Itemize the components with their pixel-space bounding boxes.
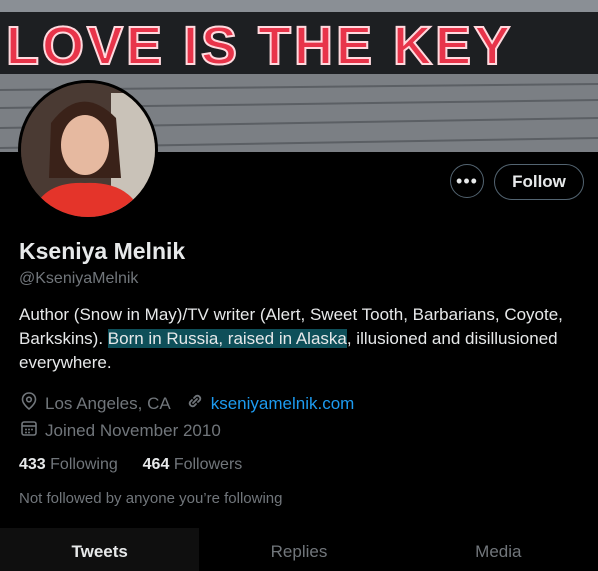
followers-count: 464 bbox=[142, 456, 170, 473]
profile-joined-row: Joined November 2010 bbox=[19, 418, 221, 443]
more-dots-icon: ••• bbox=[456, 170, 478, 191]
avatar-photo bbox=[21, 83, 155, 217]
followers-link[interactable]: 464 Followers bbox=[143, 456, 243, 473]
profile-tabs: Tweets Replies Media bbox=[0, 528, 598, 571]
profile-website-link[interactable]: kseniyamelnik.com bbox=[211, 394, 355, 414]
profile-location: Los Angeles, CA bbox=[45, 393, 171, 413]
following-label: Following bbox=[50, 456, 118, 473]
followers-label: Followers bbox=[173, 456, 243, 473]
location-pin-icon bbox=[19, 391, 45, 416]
profile-joined-date: Joined November 2010 bbox=[45, 420, 221, 440]
profile-handle: @KseniyaMelnik bbox=[19, 270, 139, 287]
profile-counts: 433 Following 464 Followers bbox=[19, 456, 242, 474]
banner-graffiti-text: LOVE IS THE KEY bbox=[6, 16, 513, 76]
profile-name: Kseniya Melnik bbox=[19, 238, 186, 264]
profile-avatar[interactable] bbox=[18, 80, 158, 220]
tab-tweets[interactable]: Tweets bbox=[0, 528, 200, 571]
link-icon bbox=[185, 391, 211, 416]
following-count: 433 bbox=[19, 456, 46, 473]
more-options-button[interactable]: ••• bbox=[450, 164, 484, 198]
not-followed-note: Not followed by anyone you’re following bbox=[19, 490, 283, 507]
following-link[interactable]: 433 Following bbox=[19, 456, 118, 473]
profile-meta-row: Los Angeles, CA kseniyamelnik.com bbox=[19, 391, 354, 416]
tab-replies[interactable]: Replies bbox=[199, 528, 398, 571]
follow-button[interactable]: Follow bbox=[494, 164, 584, 200]
tab-media[interactable]: Media bbox=[399, 528, 598, 571]
profile-bio: Author (Snow in May)/TV writer (Alert, S… bbox=[19, 303, 579, 375]
bio-highlighted-text: Born in Russia, raised in Alaska bbox=[107, 329, 347, 348]
calendar-icon bbox=[19, 418, 45, 443]
